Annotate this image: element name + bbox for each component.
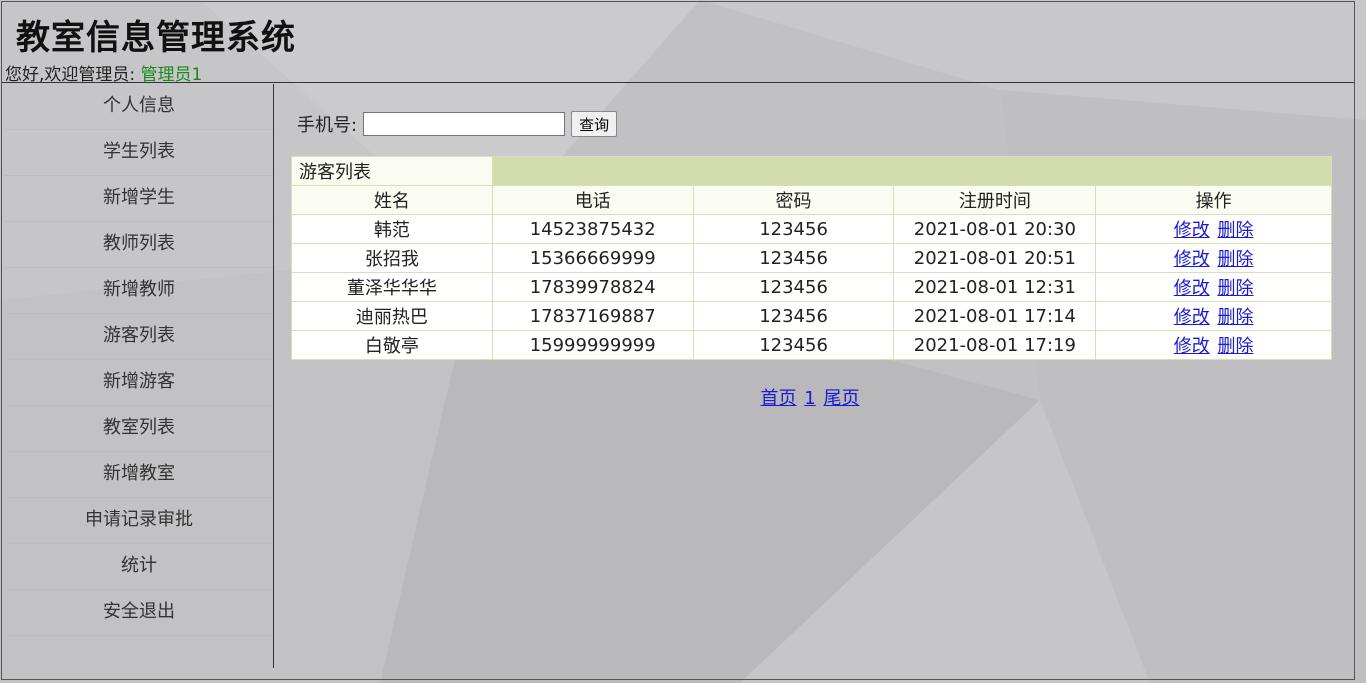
pagination: 首页 1 尾页: [288, 384, 1332, 410]
cell-actions: 修改 删除: [1095, 330, 1332, 360]
delete-link[interactable]: 删除: [1217, 336, 1253, 357]
sidebar-item-teacher-list[interactable]: 教师列表: [5, 222, 273, 268]
edit-link[interactable]: 修改: [1174, 278, 1210, 299]
cell-phone: 17837169887: [491, 301, 694, 331]
cell-name: 迪丽热巴: [291, 301, 493, 331]
cell-phone: 14523875432: [491, 214, 694, 244]
page-number-link[interactable]: 1: [804, 388, 815, 409]
cell-actions: 修改 删除: [1095, 214, 1332, 244]
sidebar-item-statistics[interactable]: 统计: [5, 544, 273, 590]
cell-password: 123456: [692, 301, 895, 331]
cell-registered: 2021-08-01 17:14: [893, 301, 1097, 331]
table-header-row: 姓名 电话 密码 注册时间 操作: [291, 185, 1332, 215]
table-caption: 游客列表: [291, 156, 493, 186]
sidebar-item-student-list[interactable]: 学生列表: [5, 130, 273, 176]
cell-password: 123456: [692, 214, 895, 244]
sidebar-nav: 个人信息 学生列表 新增学生 教师列表 新增教师 游客列表 新增游客 教室列表 …: [5, 84, 274, 668]
sidebar-item-logout[interactable]: 安全退出: [5, 590, 273, 636]
phone-search-input[interactable]: [363, 112, 566, 136]
column-header-name: 姓名: [291, 185, 493, 215]
cell-name: 白敬亭: [291, 330, 493, 360]
first-page-link[interactable]: 首页: [761, 388, 797, 409]
edit-link[interactable]: 修改: [1174, 220, 1210, 241]
page-header: 教室信息管理系统 您好,欢迎管理员: 管理员1: [2, 2, 1354, 85]
phone-label: 手机号:: [297, 115, 358, 136]
welcome-prefix: 您好,欢迎管理员:: [5, 65, 136, 85]
main-content: 手机号: 查询 游客列表 姓名 电话 密码 注册时间 操作 韩范 1452387…: [288, 84, 1333, 674]
sidebar-item-profile[interactable]: 个人信息: [5, 84, 273, 130]
cell-password: 123456: [692, 243, 895, 273]
cell-actions: 修改 删除: [1095, 272, 1332, 302]
delete-link[interactable]: 删除: [1217, 307, 1253, 328]
cell-password: 123456: [692, 330, 895, 360]
column-header-registered: 注册时间: [893, 185, 1097, 215]
sidebar-item-add-teacher[interactable]: 新增教师: [5, 268, 273, 314]
admin-name: 管理员1: [140, 65, 203, 85]
visitor-table: 游客列表 姓名 电话 密码 注册时间 操作 韩范 14523875432 123…: [291, 156, 1333, 360]
sidebar-item-add-classroom[interactable]: 新增教室: [5, 452, 273, 498]
app-frame: 教室信息管理系统 您好,欢迎管理员: 管理员1 个人信息 学生列表 新增学生 教…: [1, 1, 1355, 680]
sidebar-item-approval[interactable]: 申请记录审批: [5, 498, 273, 544]
delete-link[interactable]: 删除: [1217, 220, 1253, 241]
delete-link[interactable]: 删除: [1217, 249, 1253, 270]
edit-link[interactable]: 修改: [1174, 307, 1210, 328]
cell-actions: 修改 删除: [1095, 301, 1332, 331]
sidebar-item-add-visitor[interactable]: 新增游客: [5, 360, 273, 406]
column-header-phone: 电话: [491, 185, 694, 215]
table-row: 董泽华华华 17839978824 123456 2021-08-01 12:3…: [291, 272, 1332, 302]
table-row: 韩范 14523875432 123456 2021-08-01 20:30 修…: [291, 214, 1332, 244]
cell-registered: 2021-08-01 20:30: [893, 214, 1097, 244]
cell-phone: 15999999999: [491, 330, 694, 360]
page-title: 教室信息管理系统: [16, 18, 296, 58]
table-row: 张招我 15366669999 123456 2021-08-01 20:51 …: [291, 243, 1332, 273]
cell-name: 张招我: [291, 243, 493, 273]
edit-link[interactable]: 修改: [1174, 249, 1210, 270]
table-caption-row: 游客列表: [291, 156, 1333, 186]
cell-registered: 2021-08-01 12:31: [893, 272, 1097, 302]
sidebar-item-classroom-list[interactable]: 教室列表: [5, 406, 273, 452]
table-caption-bar: [491, 156, 1333, 186]
cell-phone: 15366669999: [491, 243, 694, 273]
cell-password: 123456: [692, 272, 895, 302]
cell-actions: 修改 删除: [1095, 243, 1332, 273]
search-button[interactable]: 查询: [571, 111, 618, 137]
sidebar-item-visitor-list[interactable]: 游客列表: [5, 314, 273, 360]
last-page-link[interactable]: 尾页: [823, 388, 859, 409]
edit-link[interactable]: 修改: [1174, 336, 1210, 357]
search-bar: 手机号: 查询: [297, 111, 618, 137]
table-row: 白敬亭 15999999999 123456 2021-08-01 17:19 …: [291, 330, 1332, 360]
welcome-message: 您好,欢迎管理员: 管理员1: [5, 60, 202, 85]
cell-phone: 17839978824: [491, 272, 694, 302]
table-row: 迪丽热巴 17837169887 123456 2021-08-01 17:14…: [291, 301, 1332, 331]
sidebar-item-add-student[interactable]: 新增学生: [5, 176, 273, 222]
cell-name: 韩范: [291, 214, 493, 244]
cell-registered: 2021-08-01 20:51: [893, 243, 1097, 273]
cell-name: 董泽华华华: [291, 272, 493, 302]
delete-link[interactable]: 删除: [1217, 278, 1253, 299]
cell-registered: 2021-08-01 17:19: [893, 330, 1097, 360]
column-header-password: 密码: [692, 185, 895, 215]
column-header-actions: 操作: [1095, 185, 1332, 215]
